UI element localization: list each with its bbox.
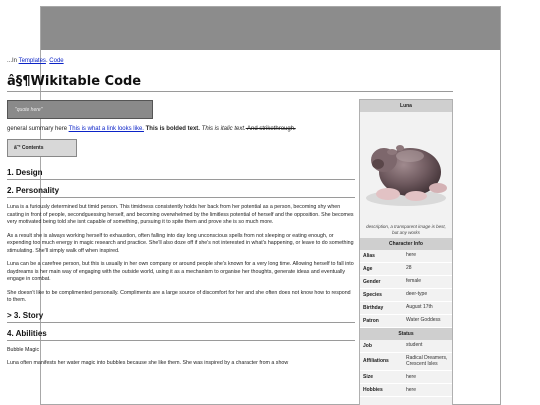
infobox-label: Gender [363,278,381,285]
character-infobox: Luna description, a transparent image is… [359,99,453,405]
infobox-label: Hobbies [363,387,383,394]
infobox-value: August 17th [406,304,433,311]
character-info-header: Character Info [360,237,452,250]
personality-paragraph: Luna is a furiously determined but timid… [7,204,354,226]
section-personality-heading: 2. Personality [7,186,355,198]
infobox-value: here [406,373,417,380]
abilities-paragraph: Luna often manifests her water magic int… [7,360,289,367]
status-header: Status [360,327,452,340]
summary-strike: And strikethrough. [245,126,296,132]
abilities-subheading: Bubble Magic [7,346,40,353]
breadcrumb-templates-link[interactable]: Templates [19,58,46,64]
header-banner [41,7,500,50]
infobox-value: Radical Dreamers, Crescent Isles [406,354,448,368]
toc-button[interactable]: â˜° Contents [7,139,77,157]
summary-lead: general summary here [7,126,69,132]
breadcrumb-code-link[interactable]: Code [49,58,63,64]
main-content: 1. Design 2. Personality Luna is a furio… [7,168,355,374]
infobox-value: student [406,342,423,349]
infobox-row: Patron Water Goddess [360,315,452,328]
title-divider [7,91,453,92]
infobox-label: Species [363,291,382,298]
infobox-row: Affiliations Radical Dreamers, Crescent I… [360,353,452,372]
personality-paragraph: As a result she is always working hersel… [7,232,354,254]
page-title: â§¶Wikitable Code [7,74,142,89]
personality-paragraph: She doesn't like to be complimented pers… [7,289,351,304]
personality-paragraph: Luna can be a carefree person, but this … [7,261,354,283]
infobox-row: Birthday August 17th [360,302,452,315]
infobox-name: Luna [360,100,452,112]
infobox-row: Alias here [360,250,452,263]
infobox-label: Affiliations [363,358,389,365]
infobox-row: Hobbies here [360,384,452,398]
infobox-value: here [406,386,417,393]
section-design-heading: 1. Design [7,168,355,180]
infobox-label: Birthday [363,304,384,311]
section-story-heading[interactable]: > 3. Story [7,311,355,323]
infobox-row: Gender female [360,276,452,289]
summary-link[interactable]: This is what a link looks like. [69,126,144,132]
summary-italic: This is italic text. [199,126,246,132]
infobox-label: Patron [363,317,379,324]
infobox-row: Species deer-type [360,289,452,302]
infobox-row: Job student [360,340,452,353]
character-figure-icon [366,145,447,206]
quote-box: "quote here" [7,100,153,119]
breadcrumb-prefix: ...In [7,58,18,64]
infobox-value: 28 [406,265,412,272]
infobox-row: Size here [360,371,452,385]
summary-line: general summary here This is what a link… [7,126,296,132]
breadcrumb: ...In Templates. Code [7,58,64,64]
infobox-value: Water Goddess [406,317,441,324]
infobox-label: Job [363,342,372,349]
infobox-label: Age [363,265,373,272]
infobox-row: Age 28 [360,263,452,276]
infobox-caption: description, a transparent image is best… [366,224,446,235]
section-abilities-heading: 4. Abilities [7,329,355,341]
infobox-value: female [406,278,422,285]
infobox-value: deer-type [406,291,428,298]
character-image [360,112,452,224]
infobox-value: here [406,252,417,259]
infobox-label: Size [363,374,374,381]
infobox-label: Alias [363,252,375,259]
summary-bold: This is bolded text. [143,126,200,132]
